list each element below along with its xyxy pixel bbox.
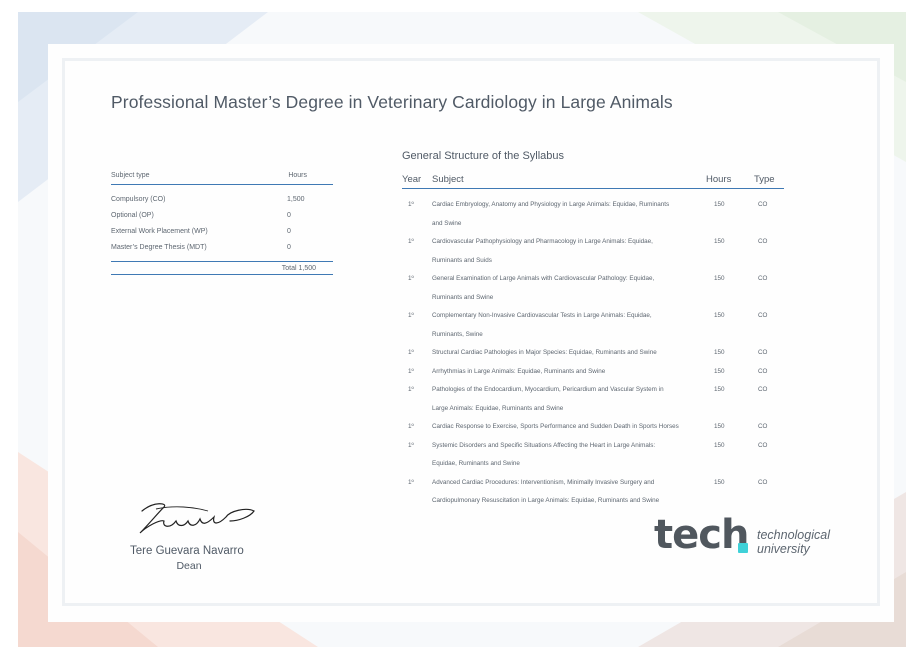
cell-subject: Cardiovascular Pathophysiology and Pharm…: [432, 238, 653, 264]
syllabus-table: Year Subject Hours Type 1º Cardiac Embryo…: [402, 171, 784, 511]
cell-subject: Cardiac Embryology, Anatomy and Physiolo…: [432, 201, 670, 227]
cell-year: 1º: [408, 441, 414, 449]
table-row: 1º Pathologies of the Endocardium, Myocar…: [402, 381, 784, 418]
tech-logo: tech: [654, 512, 749, 558]
signature-image: [139, 503, 255, 534]
table-row: Compulsory (CO) 1,500: [111, 195, 305, 203]
logo-dot-icon: [738, 543, 748, 553]
cell-type: CO: [758, 349, 768, 356]
header-hours: Hours: [288, 172, 307, 179]
logo-subtitle: technological university: [757, 528, 830, 556]
subject-type-header: Subject type Hours: [111, 172, 333, 185]
cell-hours: 150: [714, 441, 725, 449]
cell-year: 1º: [408, 312, 414, 319]
cell-hours: 150: [714, 275, 725, 282]
subject-type-table: Subject type Hours Compulsory (CO) 1,500 …: [111, 172, 333, 275]
syllabus-body: 1º Cardiac Embryology, Anatomy and Physio…: [402, 196, 784, 511]
header-subject-type: Subject type: [111, 172, 150, 179]
cell-year: 1º: [408, 478, 414, 486]
table-row: 1º Complementary Non-Invasive Cardiovascu…: [402, 307, 784, 344]
cell-type: CO: [758, 312, 768, 319]
signatory-role: Dean: [176, 560, 202, 572]
page-title: Professional Master’s Degree in Veterina…: [111, 92, 673, 112]
header-hours: Hours: [706, 174, 732, 185]
table-row: 1º Structural Cardiac Pathologies in Majo…: [402, 344, 784, 363]
cell-hours: 150: [714, 478, 725, 486]
cell-hours: 150: [714, 312, 725, 319]
cell-hours: 150: [714, 367, 725, 375]
header-year: Year: [402, 174, 422, 185]
cell-subject: Complementary Non-Invasive Cardiovascula…: [432, 312, 652, 338]
header-subject: Subject: [432, 174, 464, 185]
table-row: 1º Cardiovascular Pathophysiology and Pha…: [402, 233, 784, 270]
cell-year: 1º: [408, 201, 414, 208]
cell-subject: Advanced Cardiac Procedures: Interventio…: [432, 478, 660, 505]
cell-type: CO: [758, 478, 768, 486]
cell-type: CO: [758, 275, 768, 282]
cell-year: 1º: [408, 367, 414, 375]
cell-hours: 150: [714, 201, 725, 208]
cell-hours: 150: [714, 423, 725, 430]
total-hours: Total 1,500: [111, 261, 333, 275]
cell-year: 1º: [408, 238, 414, 245]
cell-type: CO: [758, 201, 768, 208]
cell-type: CO: [758, 423, 768, 430]
cell-subject: Cardiac Response to Exercise, Sports Per…: [432, 423, 679, 430]
cell-subject: Systemic Disorders and Specific Situatio…: [432, 441, 656, 468]
cell-type: CO: [758, 367, 768, 375]
cell-year: 1º: [408, 423, 414, 430]
cell-subject: Pathologies of the Endocardium, Myocardi…: [432, 386, 664, 412]
table-row: 1º Arrhythmias in Large Animals: Equidae,…: [402, 363, 784, 382]
cell-year: 1º: [408, 386, 414, 393]
cell-subject: Arrhythmias in Large Animals: Equidae, R…: [432, 367, 606, 375]
header-type: Type: [754, 174, 775, 185]
table-row: 1º Cardiac Embryology, Anatomy and Physio…: [402, 196, 784, 233]
cell-type: CO: [758, 386, 768, 393]
cell-year: 1º: [408, 275, 414, 282]
cell-year: 1º: [408, 349, 414, 356]
table-row: 1º Cardiac Response to Exercise, Sports P…: [402, 418, 784, 437]
syllabus-header: Year Subject Hours Type: [402, 171, 784, 189]
signatory-name: Tere Guevara Navarro: [130, 545, 244, 557]
table-row: External Work Placement (WP) 0: [111, 227, 291, 235]
cell-hours: 150: [714, 386, 725, 393]
table-row: 1º Systemic Disorders and Specific Situat…: [402, 437, 784, 474]
table-row: Optional (OP) 0: [111, 211, 291, 219]
cell-type: CO: [758, 441, 768, 449]
syllabus-title: General Structure of the Syllabus: [402, 150, 565, 162]
table-row: Master’s Degree Thesis (MDT) 0: [111, 243, 291, 251]
table-row: 1º Advanced Cardiac Procedures: Intervent…: [402, 474, 784, 511]
cell-subject: General Examination of Large Animals wit…: [432, 275, 655, 301]
cell-hours: 150: [714, 349, 725, 356]
table-row: 1º General Examination of Large Animals w…: [402, 270, 784, 307]
cell-hours: 150: [714, 238, 725, 245]
cell-subject: Structural Cardiac Pathologies in Major …: [432, 349, 657, 356]
cell-type: CO: [758, 238, 768, 245]
